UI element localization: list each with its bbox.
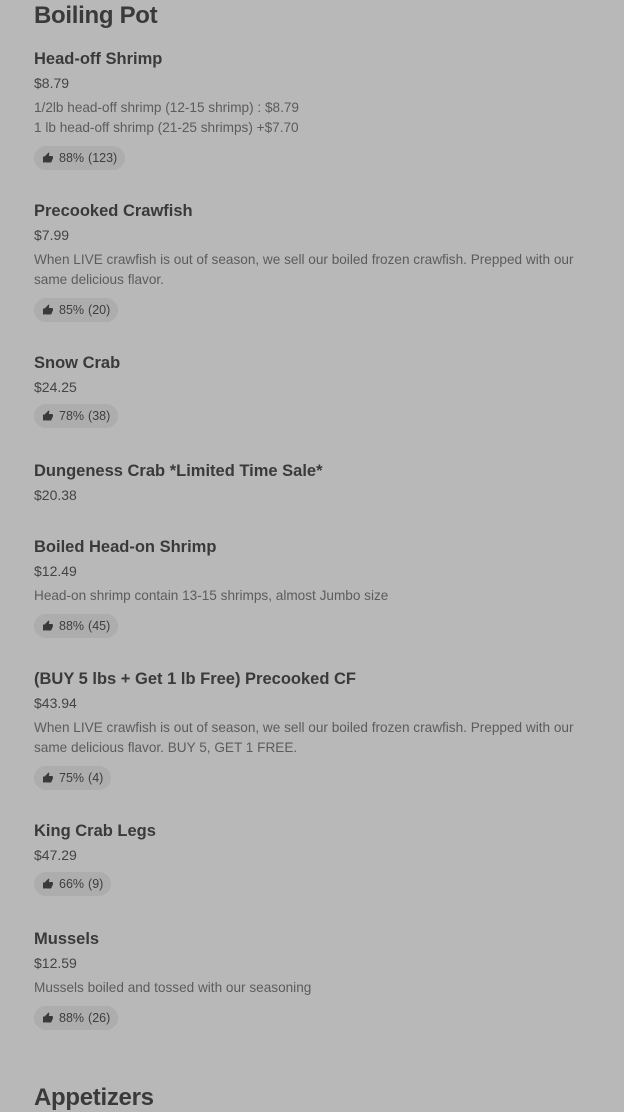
item-name: Snow Crab <box>34 354 121 372</box>
rating-count: (4) <box>88 771 104 785</box>
rating-percent: 88% <box>59 1011 85 1025</box>
thumbs-up-icon <box>43 772 53 783</box>
item-name: Dungeness Crab *Limited Time Sale* <box>34 462 323 480</box>
item-description: 1/2lb head-off shrimp (12-15 shrimp) : $… <box>34 98 604 138</box>
rating-badge: 85% (20) <box>34 298 119 322</box>
menu-item-boiled-head-on-shrimp[interactable]: Boiled Head-on Shrimp $12.49 Head-on shr… <box>34 537 604 638</box>
section-title: Boiling Pot <box>34 2 158 29</box>
menu-item-precooked-crawfish[interactable]: Precooked Crawfish $7.99 When LIVE crawf… <box>34 201 604 322</box>
rating-count: (38) <box>88 409 111 423</box>
item-price: $47.29 <box>34 847 77 863</box>
menu-item-head-off-shrimp[interactable]: Head-off Shrimp $8.79 1/2lb head-off shr… <box>34 49 604 170</box>
item-price: $7.99 <box>34 227 70 243</box>
item-price: $43.94 <box>34 695 77 711</box>
item-name: (BUY 5 lbs + Get 1 lb Free) Precooked CF <box>34 670 356 688</box>
item-description-line: 1 lb head-off shrimp (21-25 shrimps) +$7… <box>34 120 299 135</box>
item-name: King Crab Legs <box>34 822 156 840</box>
item-description: Mussels boiled and tossed with our seaso… <box>34 980 312 995</box>
rating-count: (26) <box>88 1011 111 1025</box>
rating-count: (45) <box>88 619 111 633</box>
thumbs-up-icon <box>43 304 53 315</box>
item-description: When LIVE crawfish is out of season, we … <box>34 252 574 287</box>
rating-badge: 88% (26) <box>34 1006 119 1030</box>
menu-item-king-crab-legs[interactable]: King Crab Legs $47.29 66% (9) <box>34 821 604 896</box>
item-name: Precooked Crawfish <box>34 202 193 220</box>
item-name: Head-off Shrimp <box>34 50 163 68</box>
item-description-line: 1/2lb head-off shrimp (12-15 shrimp) : $… <box>34 100 299 115</box>
menu-item-dungeness-crab[interactable]: Dungeness Crab *Limited Time Sale* $20.3… <box>34 461 604 504</box>
thumbs-up-icon <box>43 152 53 163</box>
rating-percent: 85% <box>59 303 85 317</box>
thumbs-up-icon <box>43 410 53 421</box>
item-description: Head-on shrimp contain 13-15 shrimps, al… <box>34 588 389 603</box>
rating-count: (9) <box>88 877 104 891</box>
item-description: When LIVE crawfish is out of season, we … <box>34 720 574 755</box>
rating-count: (20) <box>88 303 111 317</box>
thumbs-up-icon <box>43 1012 53 1023</box>
rating-badge: 88% (45) <box>34 614 119 638</box>
rating-percent: 78% <box>59 409 85 423</box>
menu-item-buy5-precooked-cf[interactable]: (BUY 5 lbs + Get 1 lb Free) Precooked CF… <box>34 669 604 790</box>
item-price: $12.59 <box>34 955 77 971</box>
rating-badge: 75% (4) <box>34 766 112 790</box>
item-price: $8.79 <box>34 75 70 91</box>
rating-percent: 88% <box>59 151 85 165</box>
item-price: $12.49 <box>34 563 77 579</box>
rating-badge: 66% (9) <box>34 872 112 896</box>
thumbs-up-icon <box>43 878 53 889</box>
item-name: Mussels <box>34 930 100 948</box>
menu-item-snow-crab[interactable]: Snow Crab $24.25 78% (38) <box>34 353 604 428</box>
next-section-title: Appetizers <box>34 1084 154 1111</box>
rating-percent: 66% <box>59 877 85 891</box>
item-price: $20.38 <box>34 487 77 503</box>
menu-item-mussels[interactable]: Mussels $12.59 Mussels boiled and tossed… <box>34 929 604 1030</box>
rating-percent: 88% <box>59 619 85 633</box>
rating-percent: 75% <box>59 771 85 785</box>
item-name: Boiled Head-on Shrimp <box>34 538 217 556</box>
thumbs-up-icon <box>43 620 53 631</box>
rating-count: (123) <box>88 151 118 165</box>
rating-badge: 78% (38) <box>34 404 119 428</box>
rating-badge: 88% (123) <box>34 146 126 170</box>
item-price: $24.25 <box>34 379 77 395</box>
